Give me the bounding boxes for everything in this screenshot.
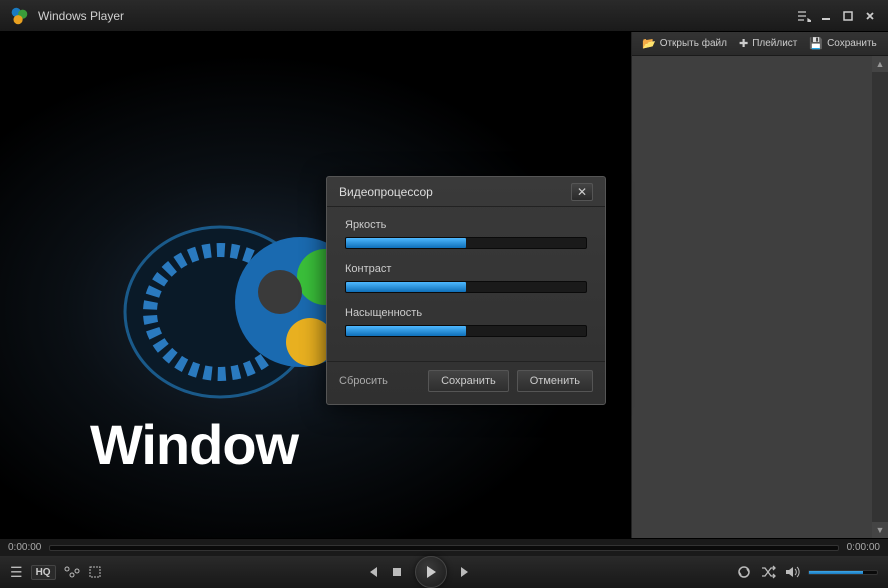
open-file-button[interactable]: 📂 Открыть файл (638, 35, 731, 52)
scroll-track[interactable] (872, 72, 888, 522)
saturation-fill (346, 326, 466, 336)
dialog-save-button[interactable]: Сохранить (428, 370, 509, 392)
hq-button[interactable]: HQ (31, 565, 56, 580)
save-playlist-button[interactable]: 💾 Сохранить (805, 35, 880, 52)
control-bar: ☰ HQ (0, 556, 888, 588)
folder-open-icon: 📂 (642, 37, 656, 50)
volume-slider[interactable] (808, 570, 878, 575)
titlebar: Windows Player (0, 0, 888, 32)
saturation-slider[interactable] (345, 325, 587, 337)
dialog-cancel-button[interactable]: Отменить (517, 370, 593, 392)
time-current: 0:00:00 (8, 542, 41, 553)
maximize-icon[interactable] (838, 8, 858, 24)
contrast-slider[interactable] (345, 281, 587, 293)
shuffle-icon[interactable] (760, 565, 776, 579)
playlist-toggle-icon[interactable] (794, 8, 814, 24)
dialog-titlebar[interactable]: Видеопроцессор ✕ (327, 177, 605, 207)
open-file-label: Открыть файл (660, 38, 727, 49)
scroll-down-icon[interactable]: ▼ (872, 522, 888, 538)
plus-icon: ✚ (739, 37, 748, 50)
playlist-body: ▲ ▼ (632, 56, 888, 538)
sidebar-header: 📂 Открыть файл ✚ Плейлист 💾 Сохранить (632, 32, 888, 56)
equalizer-icon[interactable] (64, 565, 80, 579)
time-total: 0:00:00 (847, 542, 880, 553)
play-button[interactable] (415, 556, 447, 588)
stop-icon[interactable] (391, 566, 403, 578)
saturation-label: Насыщенность (345, 307, 587, 319)
brightness-fill (346, 238, 466, 248)
brand-text: Window (90, 412, 298, 477)
video-processor-dialog: Видеопроцессор ✕ Яркость Контраст Насыще… (326, 176, 606, 405)
minimize-icon[interactable] (816, 8, 836, 24)
playlist-label: Плейлист (752, 38, 797, 49)
prev-icon[interactable] (365, 565, 379, 579)
repeat-icon[interactable] (736, 565, 752, 579)
save-icon: 💾 (809, 37, 823, 50)
seekbar: 0:00:00 0:00:00 (0, 538, 888, 556)
volume-fill (809, 571, 863, 574)
app-logo-icon (8, 5, 30, 27)
dialog-title-text: Видеопроцессор (339, 185, 571, 199)
close-icon[interactable] (860, 8, 880, 24)
save-label: Сохранить (827, 38, 877, 49)
crop-icon[interactable] (88, 565, 102, 579)
brightness-label: Яркость (345, 219, 587, 231)
brightness-group: Яркость (345, 219, 587, 249)
playlist-sidebar: 📂 Открыть файл ✚ Плейлист 💾 Сохранить ▲ … (631, 32, 888, 538)
contrast-label: Контраст (345, 263, 587, 275)
playlist-button[interactable]: ✚ Плейлист (735, 35, 801, 52)
contrast-fill (346, 282, 466, 292)
brightness-slider[interactable] (345, 237, 587, 249)
volume-icon[interactable] (784, 565, 800, 579)
scroll-up-icon[interactable]: ▲ (872, 56, 888, 72)
dialog-close-button[interactable]: ✕ (571, 183, 593, 201)
app-title: Windows Player (38, 9, 794, 23)
dialog-body: Яркость Контраст Насыщенность (327, 207, 605, 361)
dialog-footer: Сбросить Сохранить Отменить (327, 361, 605, 404)
contrast-group: Контраст (345, 263, 587, 293)
scrollbar-vertical[interactable]: ▲ ▼ (872, 56, 888, 538)
saturation-group: Насыщенность (345, 307, 587, 337)
reset-button[interactable]: Сбросить (339, 375, 388, 387)
next-icon[interactable] (459, 565, 473, 579)
menu-icon[interactable]: ☰ (10, 564, 23, 581)
seek-track[interactable] (49, 545, 838, 551)
